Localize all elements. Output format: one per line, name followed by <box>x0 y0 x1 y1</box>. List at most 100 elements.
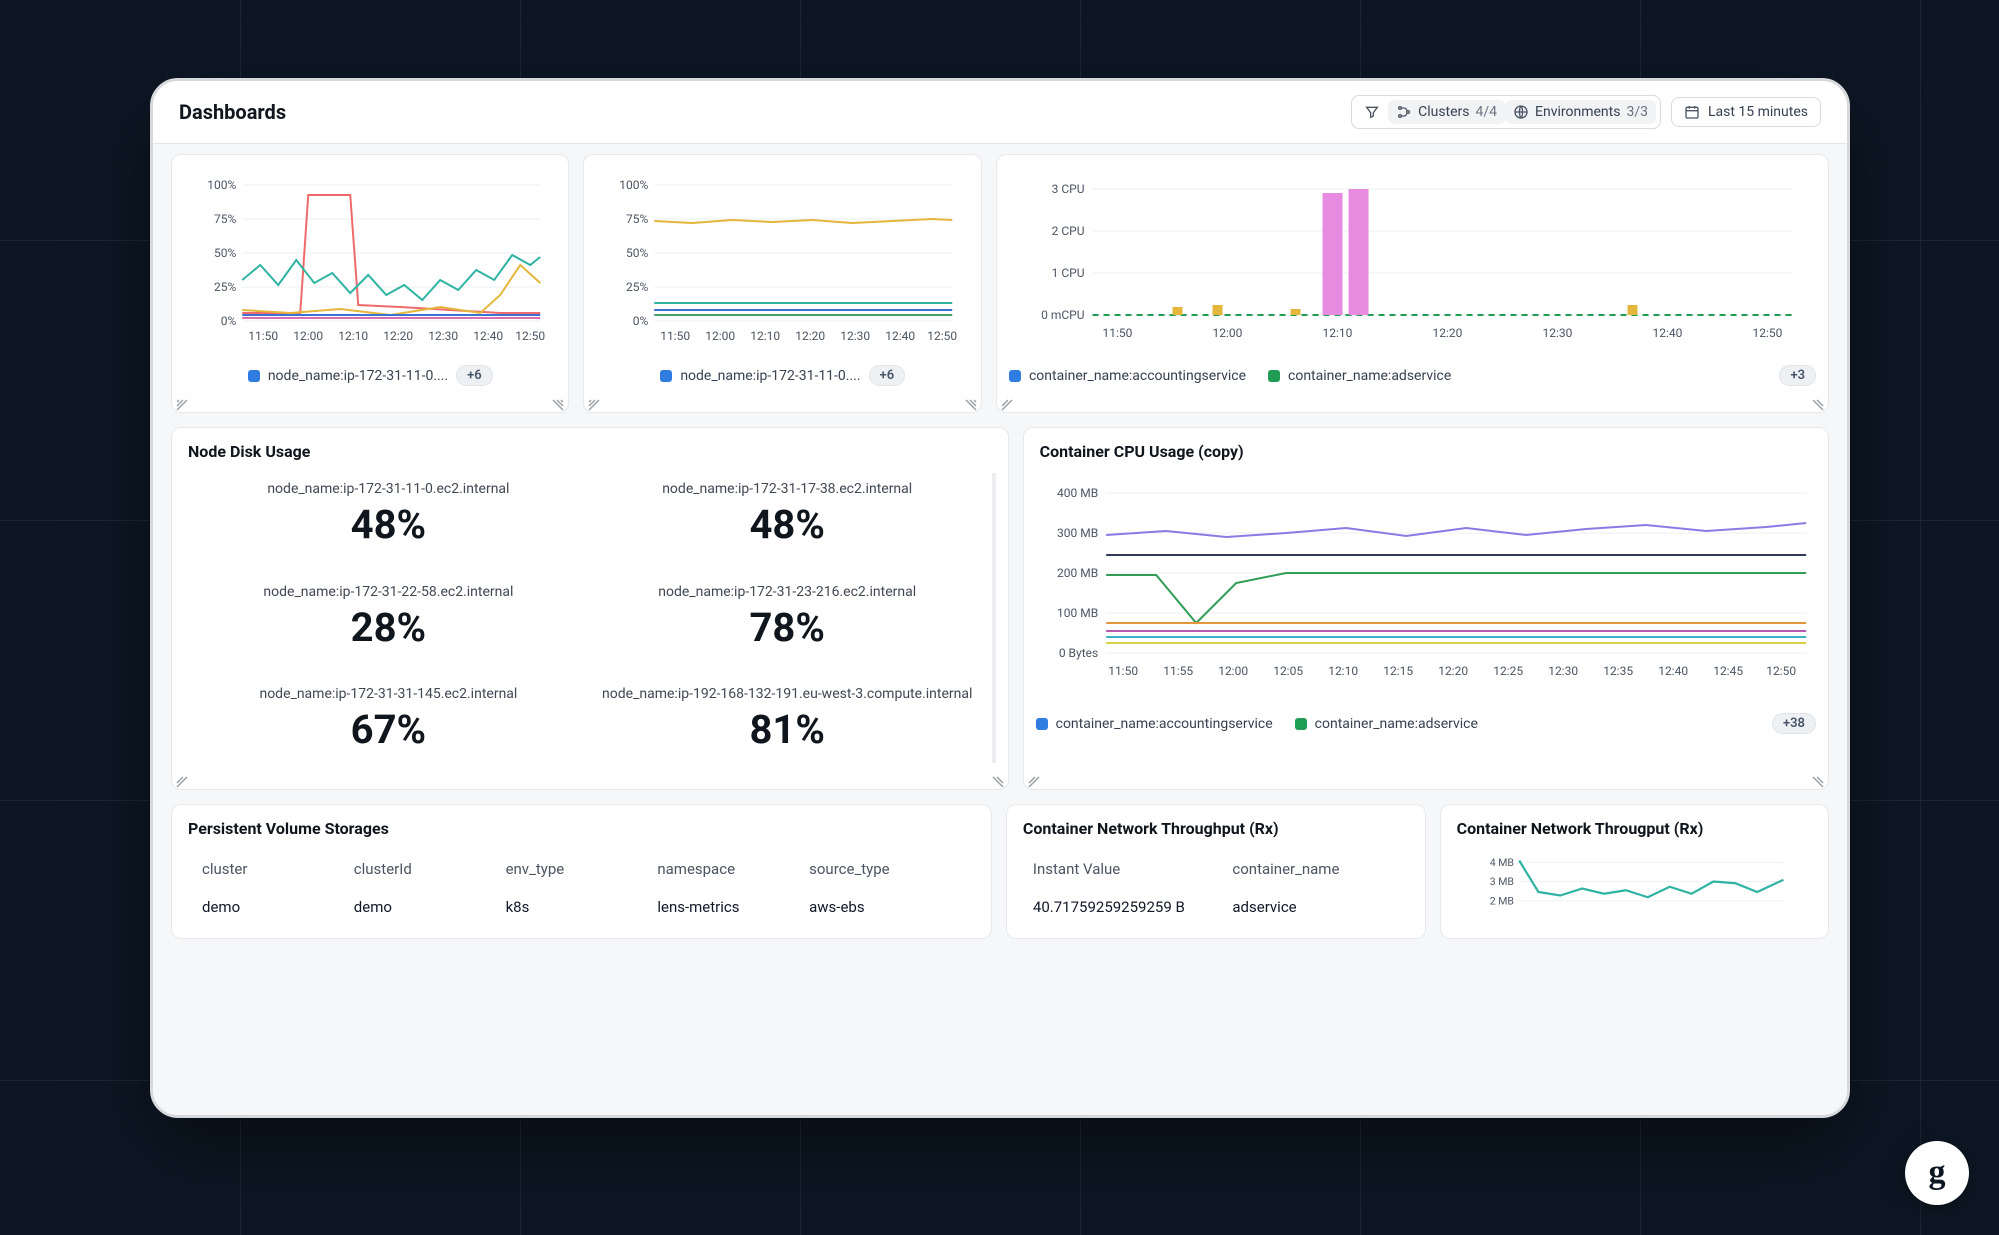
svg-text:3 CPU: 3 CPU <box>1052 182 1085 196</box>
disk-cell: node_name:ip-172-31-22-58.ec2.internal28… <box>194 584 583 661</box>
svg-text:12:20: 12:20 <box>1438 664 1468 678</box>
resize-handle-icon[interactable] <box>965 396 977 408</box>
svg-text:75%: 75% <box>214 212 236 226</box>
svg-text:25%: 25% <box>214 280 236 294</box>
table-row[interactable]: demodemo k8slens-metrics aws-ebs <box>184 886 979 928</box>
resize-handle-icon[interactable] <box>1028 773 1040 785</box>
svg-text:12:35: 12:35 <box>1603 664 1633 678</box>
svg-text:12:10: 12:10 <box>751 329 781 343</box>
filter-button[interactable] <box>1356 100 1388 124</box>
net-rx-table-card: Container Network Throughput (Rx) Instan… <box>1006 804 1426 939</box>
resize-handle-icon[interactable] <box>176 773 188 785</box>
svg-text:11:55: 11:55 <box>1163 664 1193 678</box>
storages-table: clusterclusterId env_typenamespace sourc… <box>184 850 979 928</box>
chart-card-2: 100% 75% 50% 25% 0% <box>583 154 981 413</box>
legend-item: container_name:accountingservice <box>1009 368 1246 384</box>
content-area: 100% 75% 50% 25% 0% <box>153 144 1847 1115</box>
environments-filter[interactable]: Environments 3/3 <box>1505 100 1656 124</box>
svg-text:12:15: 12:15 <box>1383 664 1413 678</box>
legend-more-pill[interactable]: +6 <box>456 365 493 386</box>
net-rx-table: Instant Valuecontainer_name 40.717592592… <box>1019 850 1413 926</box>
legend-swatch <box>1009 370 1021 382</box>
page-title: Dashboards <box>179 100 286 124</box>
header-controls: Clusters 4/4 Environments 3/3 Last 15 mi… <box>1351 95 1821 129</box>
legend-item: container_name:accountingservice <box>1036 716 1273 732</box>
row-bottom: Persistent Volume Storages clustercluste… <box>171 804 1829 939</box>
svg-text:50%: 50% <box>626 246 648 260</box>
svg-text:11:50: 11:50 <box>1102 326 1132 340</box>
legend-label: node_name:ip-172-31-11-0.... <box>268 368 448 384</box>
resize-handle-icon[interactable] <box>1001 396 1013 408</box>
resize-handle-icon[interactable] <box>992 773 1004 785</box>
table-header: Instant Valuecontainer_name <box>1019 850 1413 888</box>
svg-text:11:50: 11:50 <box>248 329 278 343</box>
legend-item: container_name:adservice <box>1295 716 1478 732</box>
svg-text:12:20: 12:20 <box>1432 326 1462 340</box>
env-count: 3/3 <box>1626 104 1648 120</box>
legend: node_name:ip-172-31-11-0.... +6 <box>596 365 968 386</box>
calendar-icon <box>1684 104 1700 120</box>
svg-text:12:50: 12:50 <box>515 329 545 343</box>
card-title: Container Network Throughput (Rx) <box>1023 819 1413 838</box>
bar-chart-cpu: 3 CPU 2 CPU 1 CPU 0 mCPU <box>1009 165 1816 355</box>
legend-more-pill[interactable]: +3 <box>1779 365 1816 386</box>
card-title: Node Disk Usage <box>188 442 996 461</box>
table-row[interactable]: 40.71759259259259 B adservice <box>1019 888 1413 926</box>
svg-text:0%: 0% <box>633 314 649 328</box>
svg-text:11:50: 11:50 <box>661 329 691 343</box>
svg-text:12:20: 12:20 <box>383 329 413 343</box>
clusters-filter[interactable]: Clusters 4/4 <box>1388 100 1505 124</box>
svg-text:12:40: 12:40 <box>886 329 916 343</box>
svg-text:11:50: 11:50 <box>1108 664 1138 678</box>
row-middle: Node Disk Usage node_name:ip-172-31-11-0… <box>171 427 1829 790</box>
disk-cell: node_name:ip-172-31-31-145.ec2.internal6… <box>194 686 583 763</box>
legend-swatch <box>1295 718 1307 730</box>
svg-text:12:40: 12:40 <box>1652 326 1682 340</box>
legend-more-pill[interactable]: +6 <box>869 365 906 386</box>
resize-handle-icon[interactable] <box>1812 773 1824 785</box>
time-range-picker[interactable]: Last 15 minutes <box>1671 97 1821 127</box>
svg-text:0%: 0% <box>221 314 237 328</box>
svg-text:12:20: 12:20 <box>796 329 826 343</box>
svg-text:12:05: 12:05 <box>1273 664 1303 678</box>
disk-usage-card: Node Disk Usage node_name:ip-172-31-11-0… <box>171 427 1009 790</box>
svg-text:100%: 100% <box>207 178 236 192</box>
svg-text:12:30: 12:30 <box>428 329 458 343</box>
line-chart-1: 100% 75% 50% 25% 0% <box>184 165 556 355</box>
clusters-count: 4/4 <box>1476 104 1498 120</box>
svg-text:12:25: 12:25 <box>1493 664 1523 678</box>
svg-text:12:30: 12:30 <box>1548 664 1578 678</box>
card-title: Container CPU Usage (copy) <box>1040 442 1816 461</box>
svg-text:12:00: 12:00 <box>706 329 736 343</box>
svg-text:1 CPU: 1 CPU <box>1052 266 1085 280</box>
svg-text:2 MB: 2 MB <box>1489 894 1513 907</box>
svg-text:12:50: 12:50 <box>928 329 958 343</box>
legend-label: node_name:ip-172-31-11-0.... <box>680 368 860 384</box>
chart-card-1: 100% 75% 50% 25% 0% <box>171 154 569 413</box>
resize-handle-icon[interactable] <box>588 396 600 408</box>
resize-handle-icon[interactable] <box>176 396 188 408</box>
brand-badge[interactable]: g <box>1905 1141 1969 1205</box>
disk-cell: node_name:ip-172-31-23-216.ec2.internal7… <box>593 584 982 661</box>
svg-text:12:40: 12:40 <box>1658 664 1688 678</box>
legend-more-pill[interactable]: +38 <box>1772 713 1816 734</box>
legend-swatch <box>1036 718 1048 730</box>
line-chart-2: 100% 75% 50% 25% 0% <box>596 165 968 355</box>
disk-cell: node_name:ip-172-31-11-0.ec2.internal48% <box>194 481 583 558</box>
storages-card: Persistent Volume Storages clustercluste… <box>171 804 992 939</box>
svg-text:12:50: 12:50 <box>1766 664 1796 678</box>
svg-text:3 MB: 3 MB <box>1489 875 1513 888</box>
cpu-copy-card: Container CPU Usage (copy) 400 MB 300 MB… <box>1023 427 1829 790</box>
chart-card-3: 3 CPU 2 CPU 1 CPU 0 mCPU <box>996 154 1829 413</box>
resize-handle-icon[interactable] <box>1812 396 1824 408</box>
svg-text:100%: 100% <box>620 178 649 192</box>
svg-text:2 CPU: 2 CPU <box>1052 224 1085 238</box>
row-top-charts: 100% 75% 50% 25% 0% <box>171 154 1829 413</box>
card-title: Persistent Volume Storages <box>188 819 979 838</box>
svg-text:12:45: 12:45 <box>1713 664 1743 678</box>
svg-text:0 mCPU: 0 mCPU <box>1041 308 1084 322</box>
resize-handle-icon[interactable] <box>552 396 564 408</box>
svg-text:4 MB: 4 MB <box>1489 856 1513 869</box>
svg-text:12:10: 12:10 <box>1322 326 1352 340</box>
svg-text:0 Bytes: 0 Bytes <box>1058 646 1097 660</box>
